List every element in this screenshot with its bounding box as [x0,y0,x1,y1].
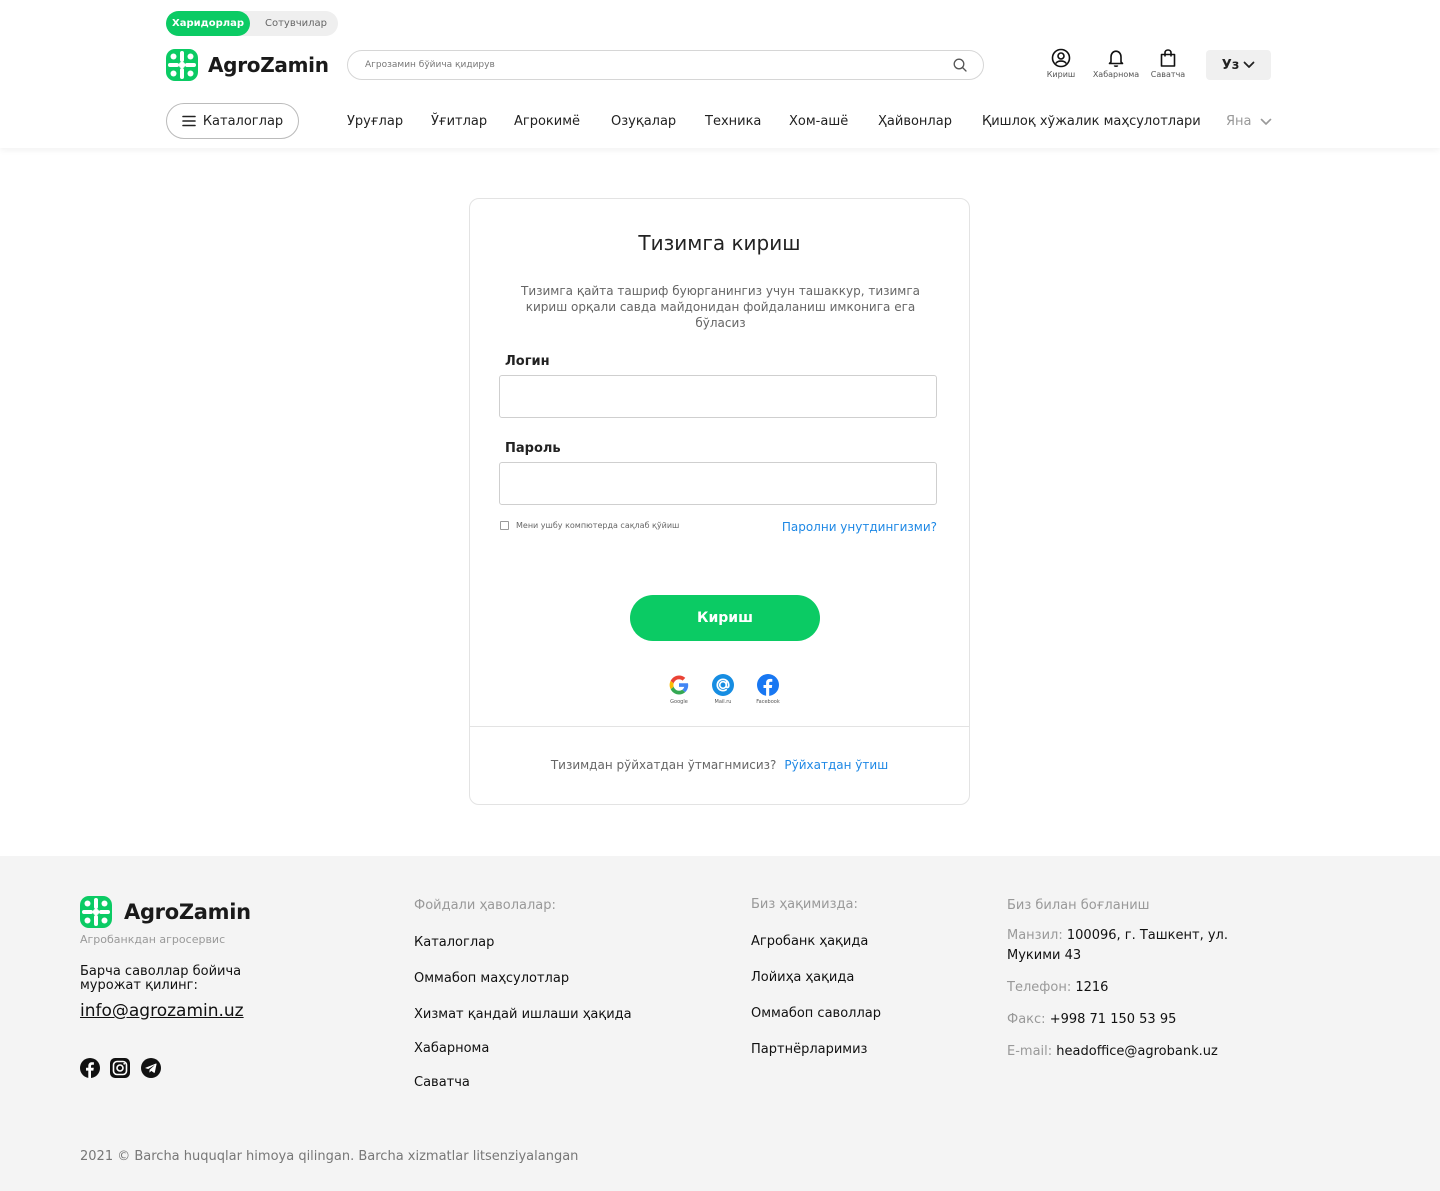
instagram-icon[interactable] [110,1058,130,1078]
about-title: Биз ҳақимизда: [751,897,858,912]
contact-phone: Телефон: 1216 [1007,978,1237,998]
site-footer: AgroZamin Агробанкдан агросервис Барча с… [0,856,1440,1191]
nav-feed[interactable]: Озуқалар [611,114,676,129]
footer-link-catalogs[interactable]: Каталоглар [414,935,494,950]
contact-address-key: Манзил: [1007,928,1063,943]
footer-link-cart[interactable]: Саватча [414,1075,470,1090]
role-toggle: Харидорлар Сотувчилар [166,11,338,36]
nav-seeds[interactable]: Уруғлар [347,114,403,129]
contact-email: E-mail: headoffice@agrobank.uz [1007,1042,1237,1062]
remember-me-checkbox[interactable] [500,521,509,530]
user-circle-icon [1051,48,1071,68]
register-row: Тизимдан рўйхатдан ўтмагнмисиз? Рўйхатдан… [470,758,969,772]
footer-link-about-agrobank[interactable]: Агробанк ҳақида [751,934,868,949]
nav-agrochemicals[interactable]: Агрокимё [514,114,580,129]
agrozamin-logo-icon [80,896,112,928]
google-login-button[interactable]: Google [659,674,699,705]
login-header-button[interactable]: Кириш [1031,48,1091,79]
facebook-icon [757,674,779,696]
contact-title: Биз билан боғланиш [1007,898,1150,913]
menu-icon [182,115,196,127]
role-sellers-tab[interactable]: Сотувчилар [254,11,338,36]
useful-links-title: Фойдали ҳаволалар: [414,898,556,913]
footer-link-about-project[interactable]: Лойиҳа ҳақида [751,970,854,985]
language-label: Уз [1221,57,1240,73]
register-link[interactable]: Рўйхатдан ўтиш [784,758,888,772]
header-logo[interactable]: AgroZamin [166,49,329,81]
google-icon [669,675,689,695]
language-selector[interactable]: Уз [1206,50,1271,80]
notifications-label: Хабарнома [1092,70,1140,79]
google-login-label: Google [670,699,688,705]
login-submit-button[interactable]: Кириш [630,595,820,641]
remember-me[interactable]: Мени ушбу компютерда сақлаб қўйиш [500,521,679,530]
nav-animals[interactable]: Ҳайвонлар [878,114,952,129]
footer-email-link[interactable]: info@agrozamin.uz [80,1001,244,1021]
login-description: Тизимга қайта ташриф буюрганингиз учун т… [520,284,921,330]
footer-link-partners[interactable]: Партнёрларимиз [751,1042,867,1057]
password-field-label: Пароль [505,441,561,456]
search-input[interactable] [365,51,945,79]
facebook-login-label: Facebook [756,699,780,705]
footer-link-popular-products[interactable]: Оммабоп маҳсулотлар [414,971,569,986]
nav-more[interactable]: Яна [1226,114,1272,129]
nav-agri-products[interactable]: Қишлоқ хўжалик маҳсулотлари [982,114,1201,129]
login-header-label: Кириш [1046,70,1076,79]
remember-me-label: Мени ушбу компютерда сақлаб қўйиш [516,521,680,530]
catalog-button[interactable]: Каталоглар [166,103,299,139]
contact-phone-value[interactable]: 1216 [1075,980,1108,995]
chevron-down-icon [1243,61,1255,68]
login-field-label: Логин [505,354,550,369]
chevron-down-icon [1260,118,1271,125]
facebook-login-button[interactable]: Facebook [748,674,788,705]
nav-fertilizers[interactable]: Ўғитлар [431,114,487,129]
site-header: Харидорлар Сотувчилар AgroZamin Кириш [0,0,1440,148]
footer-link-how-it-works[interactable]: Хизмат қандай ишлаши ҳақида [414,1007,632,1022]
agrozamin-logo-icon [166,49,198,81]
contact-email-value[interactable]: headoffice@agrobank.uz [1056,1044,1218,1059]
password-input[interactable] [499,462,937,505]
nav-raw-materials[interactable]: Хом-ашё [789,114,848,129]
search-icon[interactable] [953,58,967,72]
shopping-bag-icon [1160,49,1176,67]
logo-text: AgroZamin [208,53,329,77]
footer-logo-text: AgroZamin [124,900,251,924]
contact-fax: Факс: +998 71 150 53 95 [1007,1010,1237,1030]
facebook-icon[interactable] [80,1058,100,1078]
catalog-button-label: Каталоглар [202,113,284,129]
nav-more-label: Яна [1226,114,1252,129]
cart-button[interactable]: Саватча [1138,48,1198,79]
cart-label: Саватча [1150,70,1186,79]
login-input[interactable] [499,375,937,418]
register-question: Тизимдан рўйхатдан ўтмагнмисиз? [550,758,777,772]
footer-link-notifications[interactable]: Хабарнома [414,1041,489,1056]
contact-address: Манзил: 100096, г. Ташкент, ул. Мукими 4… [1007,926,1237,966]
copyright: 2021 © Barcha huquqlar himoya qilingan. … [80,1149,579,1164]
forgot-password-link[interactable]: Паролни унутдингизми? [782,520,937,534]
contact-email-key: E-mail: [1007,1044,1053,1059]
footer-link-faq[interactable]: Оммабоп саволлар [751,1006,881,1021]
nav-machinery[interactable]: Техника [705,114,761,129]
role-buyers-tab[interactable]: Харидорлар [166,11,250,36]
mailru-login-button[interactable]: Mail.ru [703,674,743,705]
notifications-button[interactable]: Хабарнома [1086,48,1146,79]
telegram-icon[interactable] [141,1058,161,1078]
search-bar [347,50,984,80]
mailru-login-label: Mail.ru [714,699,732,705]
login-card: Тизимга кириш Тизимга қайта ташриф буюрг… [469,198,970,805]
login-title: Тизимга кириш [638,231,801,255]
footer-logo[interactable]: AgroZamin [80,896,251,928]
card-divider [470,726,969,727]
footer-contact-prompt: Барча саволлар бойича мурожат қилинг: [80,964,242,993]
contact-fax-key: Факс: [1007,1012,1046,1027]
bell-icon [1108,50,1124,68]
mail-ru-icon [712,674,734,696]
footer-tagline: Агробанкдан агросервис [80,933,226,946]
contact-phone-key: Телефон: [1007,980,1072,995]
contact-fax-value: +998 71 150 53 95 [1049,1012,1177,1027]
